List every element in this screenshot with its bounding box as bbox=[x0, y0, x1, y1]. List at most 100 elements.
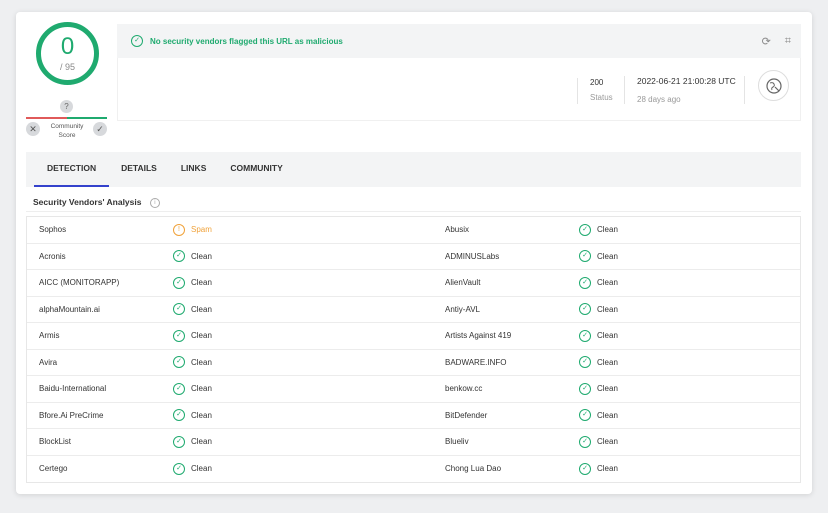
vendor-result-text: Clean bbox=[597, 437, 618, 447]
table-row: Armis ✓ Clean Artists Against 419 ✓ Clean bbox=[27, 323, 800, 350]
vendor-name[interactable]: Acronis bbox=[27, 252, 173, 261]
check-circle-icon: ✓ bbox=[173, 303, 185, 316]
vendor-result: ✓ Clean bbox=[173, 462, 445, 475]
check-circle-icon: ✓ bbox=[173, 462, 185, 475]
vendor-name[interactable]: Antiy-AVL bbox=[445, 305, 579, 314]
table-row: Certego ✓ Clean Chong Lua Dao ✓ Clean bbox=[27, 456, 800, 483]
vendor-name-text: Sophos bbox=[39, 225, 67, 235]
vendor-name-text: Armis bbox=[39, 331, 60, 341]
check-circle-icon: ✓ bbox=[131, 35, 143, 47]
community-score-bar-positive bbox=[66, 117, 107, 119]
tab-community[interactable]: COMMUNITY bbox=[218, 152, 294, 187]
vendor-result: ✓ Clean bbox=[173, 356, 445, 369]
vendor-result: ✓ Clean bbox=[579, 462, 800, 475]
section-title: Security Vendors' Analysis i bbox=[33, 197, 160, 208]
vendor-result-text: Clean bbox=[191, 304, 212, 314]
check-circle-icon: ✓ bbox=[579, 356, 591, 369]
vendor-result: ✓ Clean bbox=[579, 435, 800, 448]
vendor-name-text: Antiy-AVL bbox=[445, 304, 480, 314]
url-info-panel: 200 Status 2022-06-21 21:00:28 UTC 28 da… bbox=[117, 58, 801, 121]
vendor-name[interactable]: Chong Lua Dao bbox=[445, 464, 579, 473]
community-score-label: Community Score bbox=[50, 123, 84, 139]
analysis-date: 2022-06-21 21:00:28 UTC 28 days ago bbox=[624, 76, 736, 104]
http-status: 200 Status bbox=[577, 78, 613, 104]
vendor-name-text: Chong Lua Dao bbox=[445, 464, 502, 474]
vendor-name-text: Bfore.Ai PreCrime bbox=[39, 410, 104, 420]
vendor-result: ✓ Clean bbox=[579, 356, 800, 369]
url-globe-icon bbox=[758, 70, 789, 101]
detection-score-value: 0 bbox=[60, 33, 75, 60]
vendor-result: ✓ Clean bbox=[579, 250, 800, 263]
check-circle-icon: ✓ bbox=[579, 382, 591, 395]
section-divider bbox=[26, 211, 801, 212]
http-status-value: 200 bbox=[590, 78, 604, 87]
community-score-bar bbox=[26, 117, 107, 119]
vendor-name-text: AlienVault bbox=[445, 278, 481, 288]
vendor-name-text: Avira bbox=[39, 357, 58, 367]
vendor-result: ✓ Clean bbox=[579, 303, 800, 316]
vendor-name[interactable]: ADMINUSLabs bbox=[445, 252, 579, 261]
vote-malicious-button[interactable]: ✕ bbox=[26, 122, 40, 136]
vendor-name[interactable]: Abusix bbox=[445, 225, 579, 234]
vendor-result-text: Clean bbox=[597, 384, 618, 394]
vendor-name[interactable]: BADWARE.INFO bbox=[445, 358, 579, 367]
analysis-date-relative: 28 days ago bbox=[637, 95, 681, 104]
graph-icon[interactable]: ⌗ bbox=[785, 35, 791, 48]
check-circle-icon: ✓ bbox=[173, 329, 185, 342]
vendor-name[interactable]: AlienVault bbox=[445, 278, 579, 287]
tab-links[interactable]: LINKS bbox=[169, 152, 219, 187]
vendor-name[interactable]: Certego bbox=[27, 464, 173, 473]
check-circle-icon: ✓ bbox=[173, 409, 185, 422]
vendor-result-text: Clean bbox=[191, 357, 212, 367]
vendor-name[interactable]: Armis bbox=[27, 331, 173, 340]
vendor-result: ✓ Clean bbox=[579, 329, 800, 342]
vendor-result: ✓ Clean bbox=[579, 382, 800, 395]
vendor-result-text: Clean bbox=[191, 384, 212, 394]
tab-detection[interactable]: DETECTION bbox=[34, 152, 110, 187]
vendor-name[interactable]: BitDefender bbox=[445, 411, 579, 420]
vendor-result-text: Clean bbox=[191, 464, 212, 474]
detection-score-ring: 0 / 95 bbox=[36, 22, 99, 85]
check-circle-icon: ✓ bbox=[173, 382, 185, 395]
vendor-name[interactable]: Sophos bbox=[27, 225, 173, 234]
check-icon: ✓ bbox=[96, 124, 104, 134]
result-message: No security vendors flagged this URL as … bbox=[150, 36, 343, 46]
vendor-name[interactable]: alphaMountain.ai bbox=[27, 305, 173, 314]
vendor-name[interactable]: Artists Against 419 bbox=[445, 331, 579, 340]
check-circle-icon: ✓ bbox=[579, 329, 591, 342]
vendor-result: ✓ Clean bbox=[173, 382, 445, 395]
check-circle-icon: ✓ bbox=[173, 276, 185, 289]
check-circle-icon: ✓ bbox=[579, 250, 591, 263]
close-icon: ✕ bbox=[29, 124, 37, 134]
vendor-name[interactable]: BlockList bbox=[27, 437, 173, 446]
reanalyze-icon[interactable]: ⟳ bbox=[762, 35, 771, 48]
check-circle-icon: ✓ bbox=[173, 250, 185, 263]
tab-details[interactable]: DETAILS bbox=[109, 152, 169, 187]
table-row: Avira ✓ Clean BADWARE.INFO ✓ Clean bbox=[27, 350, 800, 376]
vendor-name-text: benkow.cc bbox=[445, 384, 483, 394]
vendor-name-text: Acronis bbox=[39, 251, 66, 261]
vendor-name[interactable]: AICC (MONITORAPP) bbox=[27, 278, 173, 287]
vendor-result: ✓ Clean bbox=[579, 409, 800, 422]
table-row: BlockList ✓ Clean Blueliv ✓ Clean bbox=[27, 429, 800, 456]
check-circle-icon: ✓ bbox=[579, 409, 591, 422]
info-icon[interactable]: i bbox=[149, 197, 160, 208]
vendor-name-text: Artists Against 419 bbox=[445, 331, 512, 341]
vendor-name[interactable]: benkow.cc bbox=[445, 384, 579, 393]
vote-harmless-button[interactable]: ✓ bbox=[93, 122, 107, 136]
vendor-name[interactable]: Blueliv bbox=[445, 437, 579, 446]
vendor-name[interactable]: Avira bbox=[27, 358, 173, 367]
vendor-name[interactable]: Baidu-International bbox=[27, 384, 173, 393]
vendor-name-text: BitDefender bbox=[445, 410, 488, 420]
vendor-name-text: BlockList bbox=[39, 437, 72, 447]
vendor-name-text: BADWARE.INFO bbox=[445, 357, 507, 367]
vendor-name-text: ADMINUSLabs bbox=[445, 251, 500, 261]
vendor-result-text: Clean bbox=[191, 331, 212, 341]
vendor-name-text: Certego bbox=[39, 464, 68, 474]
vendor-result: ✓ Clean bbox=[579, 276, 800, 289]
section-title-text: Security Vendors' Analysis bbox=[33, 197, 142, 207]
http-status-label: Status bbox=[590, 93, 613, 102]
check-circle-icon: ✓ bbox=[579, 303, 591, 316]
vendor-name[interactable]: Bfore.Ai PreCrime bbox=[27, 411, 173, 420]
vendor-result: ✓ Clean bbox=[173, 303, 445, 316]
